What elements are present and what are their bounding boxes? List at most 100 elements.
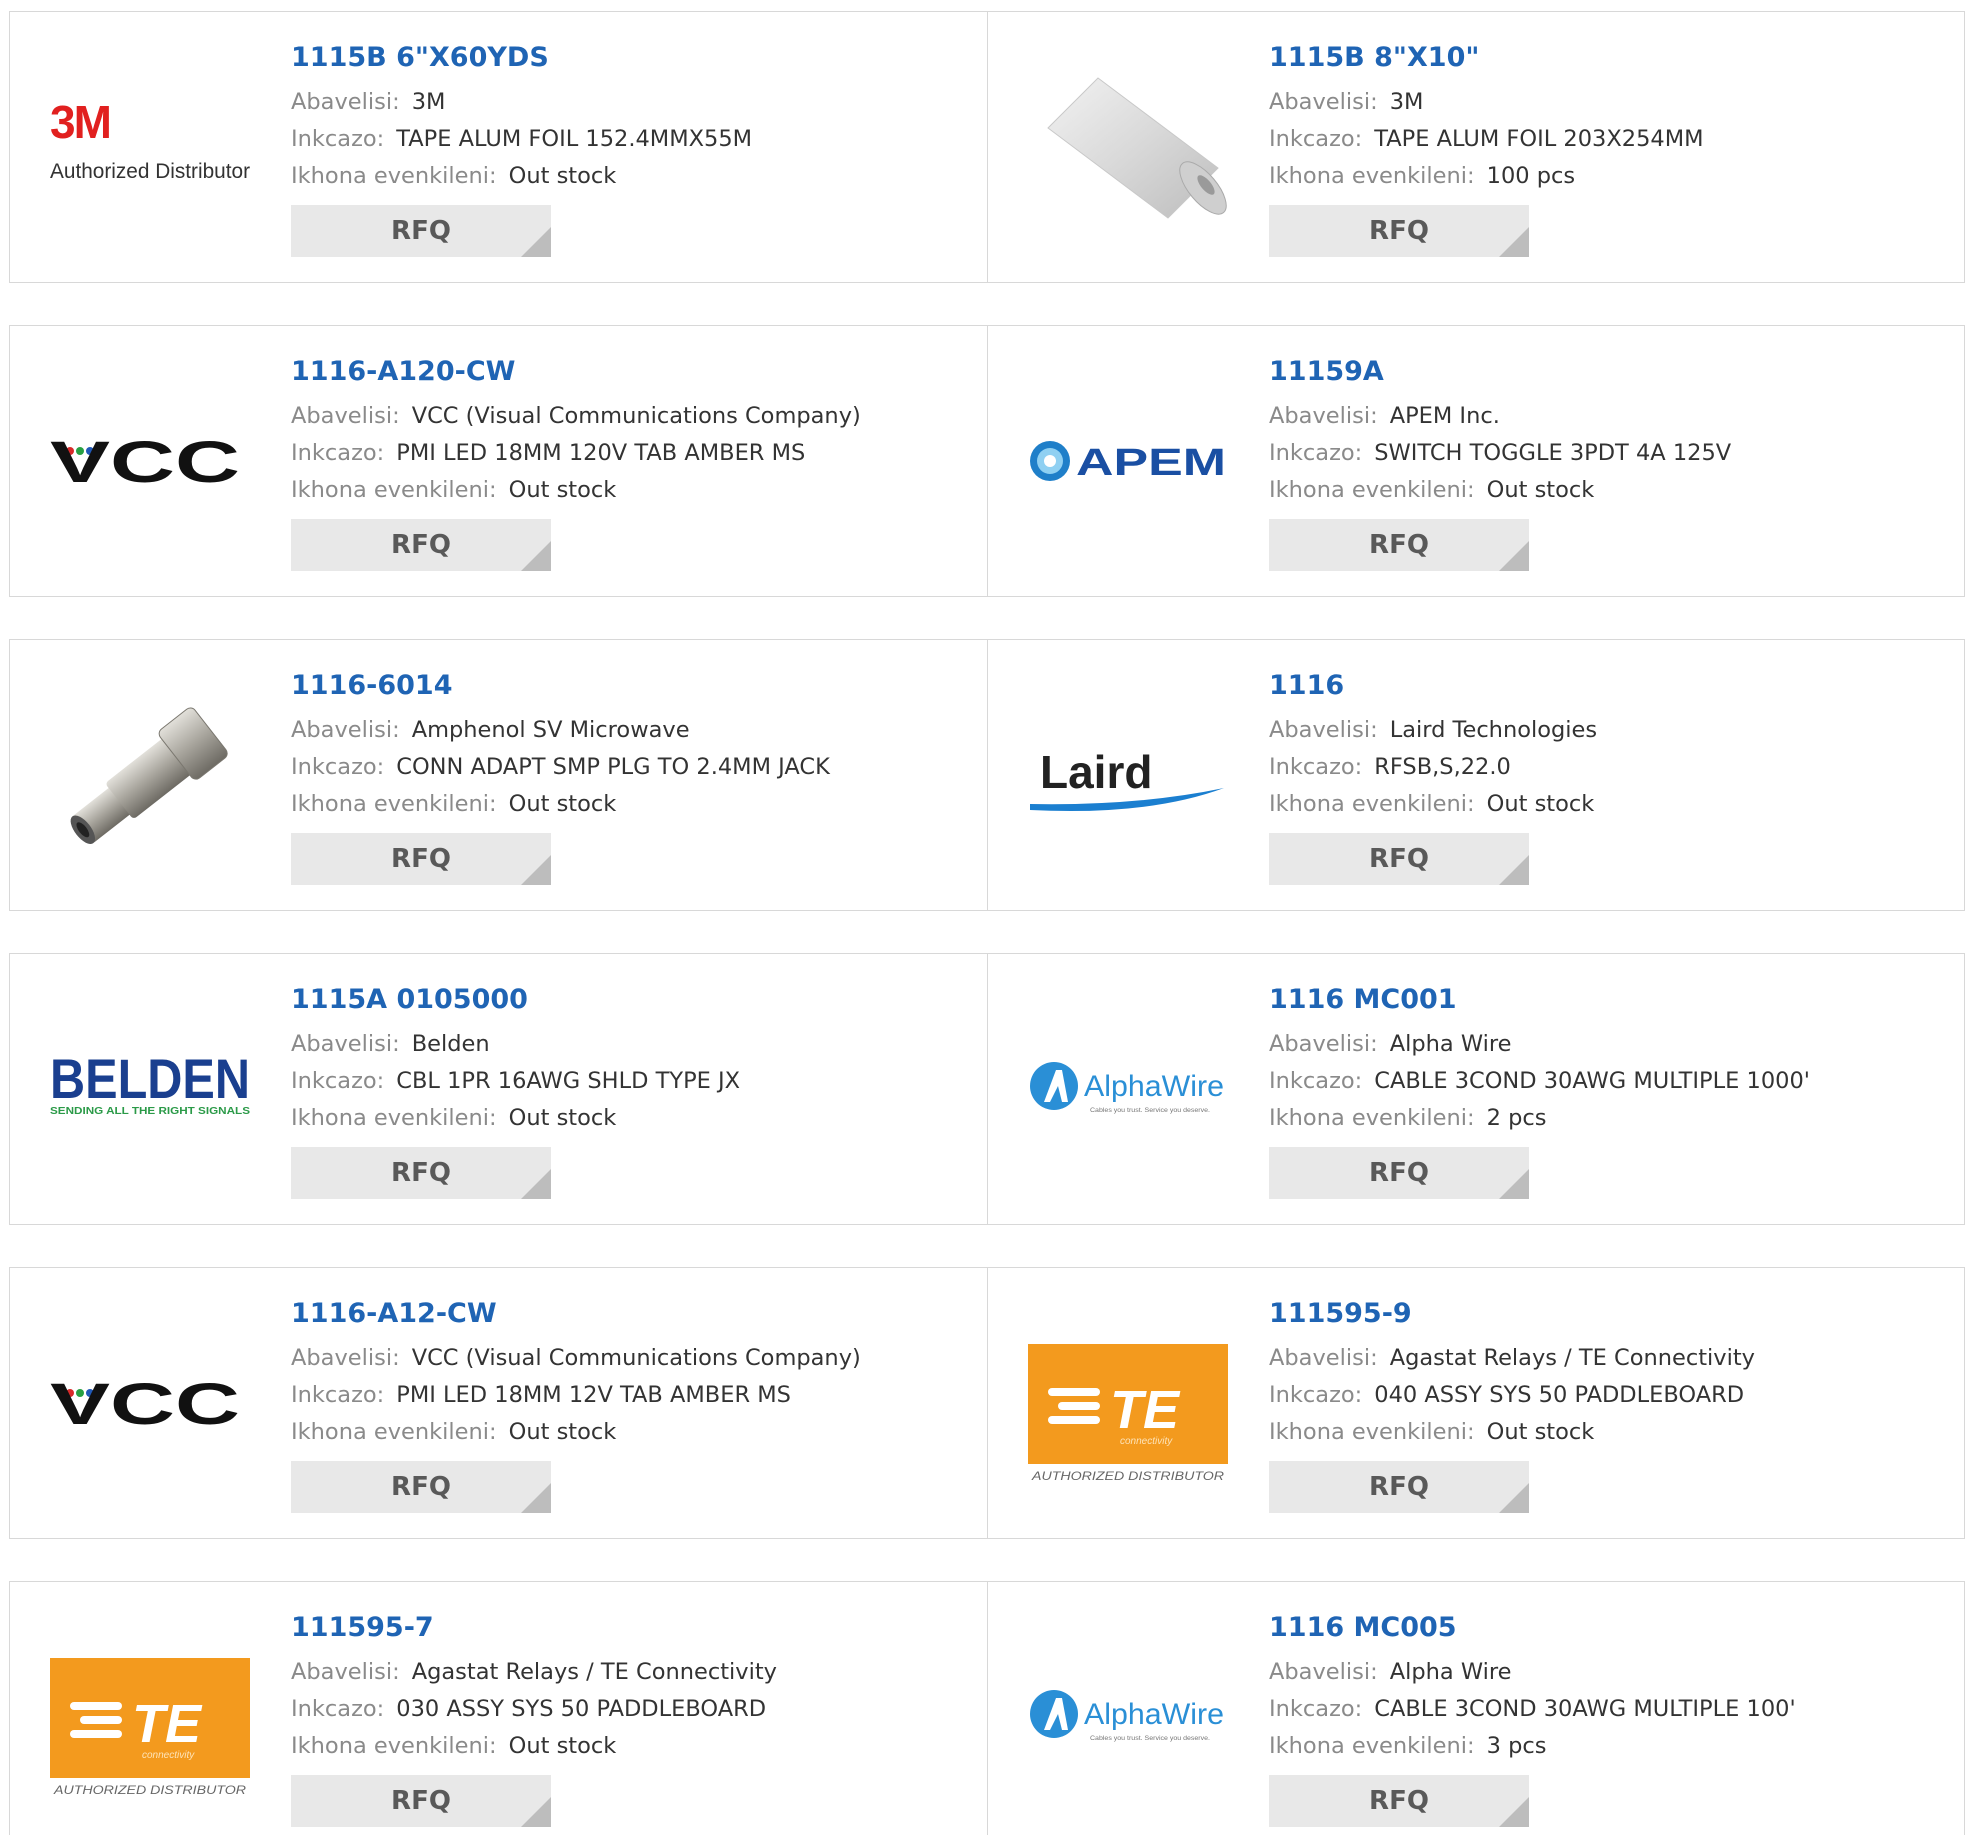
product-info: 1116-6014 Abavelisi: Amphenol SV Microwav… xyxy=(291,666,977,885)
alphawire-tagline: Cables you trust. Service you deserve. xyxy=(1090,1108,1210,1114)
apem-logo[interactable]: APEM xyxy=(1028,362,1228,562)
part-number-link[interactable]: 1116 xyxy=(1269,666,1954,706)
manufacturer-value: Laird Technologies xyxy=(1389,717,1598,743)
connector-adapter-image[interactable] xyxy=(50,676,250,876)
product-row: TE connectivity AUTHORIZED DISTRIBUTOR 1… xyxy=(9,1581,1965,1835)
description-value: RFSB,S,22.0 xyxy=(1374,754,1511,780)
description-row: Inkcazo: RFSB,S,22.0 xyxy=(1269,749,1954,786)
description-value: SWITCH TOGGLE 3PDT 4A 125V xyxy=(1374,440,1732,466)
manufacturer-value: Agastat Relays / TE Connectivity xyxy=(1389,1345,1755,1371)
3m-logo[interactable]: 3M Authorized Distributor xyxy=(50,48,250,248)
authorized-distributor-caption: AUTHORIZED DISTRIBUTOR xyxy=(53,1783,247,1797)
manufacturer-row: Abavelisi: 3M xyxy=(1269,84,1954,121)
stock-row: Ikhona evenkileni: Out stock xyxy=(1269,786,1954,823)
belden-tagline: SENDING ALL THE RIGHT SIGNALS xyxy=(50,1106,250,1117)
description-label: Inkcazo: xyxy=(1269,440,1363,466)
stock-value: Out stock xyxy=(508,477,617,503)
rfq-button[interactable]: RFQ xyxy=(1269,205,1529,257)
te-connectivity-text: connectivity xyxy=(1120,1436,1173,1447)
stock-row: Ikhona evenkileni: Out stock xyxy=(291,1100,977,1137)
product-card: 1116-6014 Abavelisi: Amphenol SV Microwav… xyxy=(10,640,987,910)
description-row: Inkcazo: CONN ADAPT SMP PLG TO 2.4MM JACK xyxy=(291,749,977,786)
product-card: TE connectivity AUTHORIZED DISTRIBUTOR 1… xyxy=(987,1268,1964,1538)
description-value: 040 ASSY SYS 50 PADDLEBOARD xyxy=(1374,1382,1745,1408)
rfq-label: RFQ xyxy=(1369,1158,1429,1188)
manufacturer-row: Abavelisi: Alpha Wire xyxy=(1269,1654,1954,1691)
rfq-button[interactable]: RFQ xyxy=(291,833,551,885)
rfq-button[interactable]: RFQ xyxy=(291,1147,551,1199)
manufacturer-label: Abavelisi: xyxy=(1269,717,1378,743)
manufacturer-value: 3M xyxy=(1389,89,1424,115)
product-info: 1115B 8"X10" Abavelisi: 3M Inkcazo: TAPE A… xyxy=(1269,38,1954,257)
part-number-link[interactable]: 1116 MC001 xyxy=(1269,980,1954,1020)
part-number-link[interactable]: 1116-6014 xyxy=(291,666,977,706)
alphawire-logo[interactable]: AlphaWire Cables you trust. Service you … xyxy=(1028,1618,1228,1818)
part-number-link[interactable]: 1116-A120-CW xyxy=(291,352,977,392)
rfq-label: RFQ xyxy=(1369,216,1429,246)
alphawire-wordmark: AlphaWire xyxy=(1084,1698,1224,1731)
manufacturer-value: Amphenol SV Microwave xyxy=(411,717,690,743)
stock-value: Out stock xyxy=(1486,791,1595,817)
stock-row: Ikhona evenkileni: 3 pcs xyxy=(1269,1728,1954,1765)
rfq-corner-decoration xyxy=(521,1797,551,1827)
laird-logo[interactable]: Laird xyxy=(1028,676,1228,876)
rfq-corner-decoration xyxy=(1499,227,1529,257)
stock-row: Ikhona evenkileni: Out stock xyxy=(291,1728,977,1765)
rfq-button[interactable]: RFQ xyxy=(1269,1461,1529,1513)
part-number-link[interactable]: 111595-7 xyxy=(291,1608,977,1648)
part-number-link[interactable]: 1115A 0105000 xyxy=(291,980,977,1020)
part-number-link[interactable]: 1115B 8"X10" xyxy=(1269,38,1954,78)
description-value: CABLE 3COND 30AWG MULTIPLE 1000' xyxy=(1374,1068,1810,1094)
product-grid: 3M Authorized Distributor 1115B 6"X60YDS… xyxy=(0,0,1973,1835)
rfq-corner-decoration xyxy=(1499,1169,1529,1199)
te-wordmark: TE xyxy=(132,1694,203,1754)
te-logo[interactable]: TE connectivity AUTHORIZED DISTRIBUTOR xyxy=(1028,1304,1228,1504)
stock-label: Ikhona evenkileni: xyxy=(291,1105,497,1131)
stock-label: Ikhona evenkileni: xyxy=(1269,1105,1475,1131)
alphawire-tagline: Cables you trust. Service you deserve. xyxy=(1090,1736,1210,1742)
part-number-link[interactable]: 1116 MC005 xyxy=(1269,1608,1954,1648)
belden-logo[interactable]: BELDEN SENDING ALL THE RIGHT SIGNALS xyxy=(50,990,250,1190)
rfq-button[interactable]: RFQ xyxy=(291,205,551,257)
description-value: PMI LED 18MM 120V TAB AMBER MS xyxy=(396,440,806,466)
description-value: 030 ASSY SYS 50 PADDLEBOARD xyxy=(396,1696,767,1722)
part-number-link[interactable]: 111595-9 xyxy=(1269,1294,1954,1334)
rfq-button[interactable]: RFQ xyxy=(1269,833,1529,885)
rfq-label: RFQ xyxy=(1369,844,1429,874)
rfq-corner-decoration xyxy=(1499,855,1529,885)
product-info: 1115B 6"X60YDS Abavelisi: 3M Inkcazo: TAPE… xyxy=(291,38,977,257)
foil-roll-image[interactable] xyxy=(1028,48,1228,248)
stock-label: Ikhona evenkileni: xyxy=(291,791,497,817)
stock-value: Out stock xyxy=(508,791,617,817)
rfq-button[interactable]: RFQ xyxy=(1269,1147,1529,1199)
rfq-corner-decoration xyxy=(521,541,551,571)
product-card: VCC 1116-A12-CW Abavelisi: VCC (Visual Co… xyxy=(10,1268,987,1538)
stock-label: Ikhona evenkileni: xyxy=(1269,477,1475,503)
manufacturer-value: Belden xyxy=(411,1031,490,1057)
alphawire-logo[interactable]: AlphaWire Cables you trust. Service you … xyxy=(1028,990,1228,1190)
rfq-button[interactable]: RFQ xyxy=(291,1461,551,1513)
part-number-link[interactable]: 1116-A12-CW xyxy=(291,1294,977,1334)
product-card: 1115B 8"X10" Abavelisi: 3M Inkcazo: TAPE A… xyxy=(987,12,1964,282)
part-number-link[interactable]: 1115B 6"X60YDS xyxy=(291,38,977,78)
vcc-logo[interactable]: VCC xyxy=(50,1304,250,1504)
description-row: Inkcazo: 030 ASSY SYS 50 PADDLEBOARD xyxy=(291,1691,977,1728)
te-logo[interactable]: TE connectivity AUTHORIZED DISTRIBUTOR xyxy=(50,1618,250,1818)
vcc-logo[interactable]: VCC xyxy=(50,362,250,562)
stock-label: Ikhona evenkileni: xyxy=(291,477,497,503)
description-label: Inkcazo: xyxy=(291,440,385,466)
stock-value: Out stock xyxy=(508,1419,617,1445)
product-info: 1115A 0105000 Abavelisi: Belden Inkcazo: C… xyxy=(291,980,977,1199)
belden-wordmark: BELDEN xyxy=(50,1047,250,1110)
manufacturer-label: Abavelisi: xyxy=(291,1345,400,1371)
product-row: 1116-6014 Abavelisi: Amphenol SV Microwav… xyxy=(9,639,1965,911)
part-number-link[interactable]: 11159A xyxy=(1269,352,1954,392)
rfq-button[interactable]: RFQ xyxy=(291,1775,551,1827)
stock-row: Ikhona evenkileni: Out stock xyxy=(291,158,977,195)
rfq-corner-decoration xyxy=(521,1483,551,1513)
rfq-button[interactable]: RFQ xyxy=(291,519,551,571)
manufacturer-value: VCC (Visual Communications Company) xyxy=(411,403,861,429)
rfq-button[interactable]: RFQ xyxy=(1269,1775,1529,1827)
stock-row: Ikhona evenkileni: Out stock xyxy=(291,786,977,823)
rfq-button[interactable]: RFQ xyxy=(1269,519,1529,571)
